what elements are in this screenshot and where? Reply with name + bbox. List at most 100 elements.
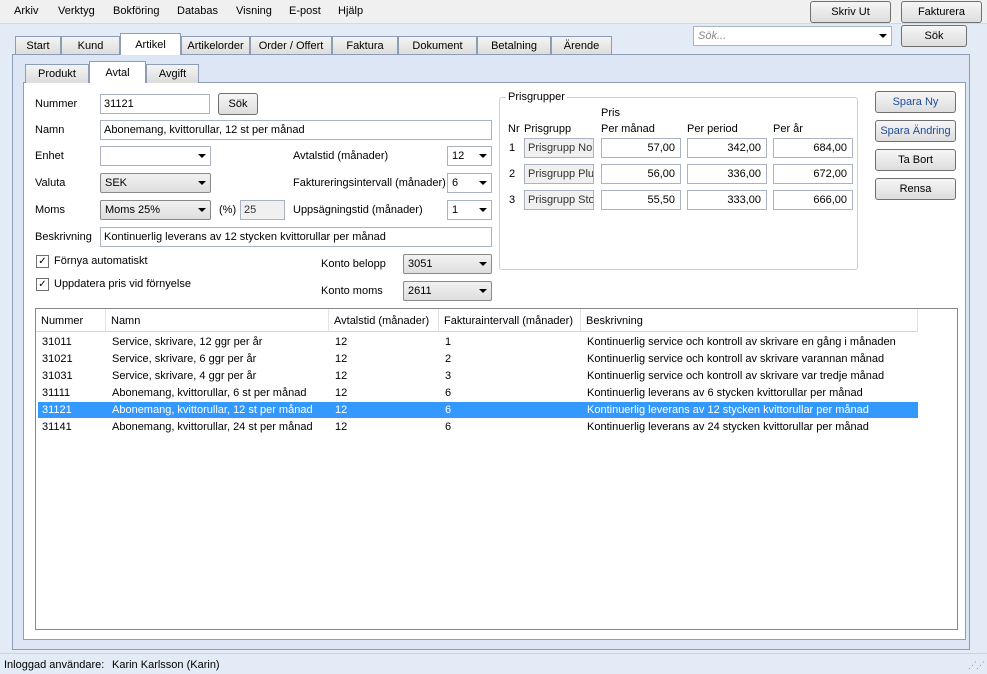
cell-namn: Service, skrivare, 6 ggr per år [112,353,257,365]
per-manad-header: Per månad [601,123,655,135]
table-row[interactable]: 31011 Service, skrivare, 12 ggr per år 1… [38,334,918,350]
moms-label: Moms [35,204,65,216]
chevron-down-icon [198,154,206,158]
uppsagningstid-select[interactable]: 1 [447,200,492,220]
prisgrupp-nr: 2 [509,168,516,180]
cell-beskrivning: Kontinuerlig leverans av 12 stycken kvit… [587,404,869,416]
fakturera-button[interactable]: Fakturera [901,1,982,23]
tab-artikel[interactable]: Artikel [120,33,181,55]
namn-field[interactable]: Abonemang, kvittorullar, 12 st per månad [100,120,492,140]
cell-avtalstid: 12 [335,387,348,399]
cell-avtalstid: 12 [335,421,348,433]
per-period-header: Per period [687,123,738,135]
fornya-checkbox[interactable]: ✓ [36,255,49,268]
skriv-ut-button[interactable]: Skriv Ut [810,1,891,23]
enhet-select[interactable] [100,146,211,166]
konto-moms-label: Konto moms [321,285,383,297]
prisgrupp-name: Prisgrupp Stor [524,190,594,210]
faktureringsintervall-value: 6 [452,177,459,189]
cell-fakturaintervall: 6 [445,404,452,416]
pris-per-ar[interactable]: 672,00 [773,164,853,184]
menu-verktyg[interactable]: Verktyg [58,5,95,17]
pris-per-manad[interactable]: 56,00 [601,164,681,184]
table-row[interactable]: 31031 Service, skrivare, 4 ggr per år 12… [38,368,918,384]
prisgrupper-title: Prisgrupper [506,91,567,103]
menu-arkiv[interactable]: Arkiv [14,5,38,17]
konto-belopp-select[interactable]: 3051 [403,254,492,274]
table-row-selected[interactable]: 31121 Abonemang, kvittorullar, 12 st per… [38,402,918,418]
chevron-down-icon [479,181,487,185]
table-row[interactable]: 31111 Abonemang, kvittorullar, 6 st per … [38,385,918,401]
tab-kund[interactable]: Kund [61,36,120,55]
column-header-namn[interactable]: Namn [106,309,329,332]
cell-fakturaintervall: 2 [445,353,452,365]
pris-per-period[interactable]: 333,00 [687,190,767,210]
search-placeholder: Sök... [698,30,727,42]
pris-per-period[interactable]: 336,00 [687,164,767,184]
uppsagningstid-value: 1 [452,204,459,216]
tab-betalning[interactable]: Betalning [477,36,551,55]
menu-databas[interactable]: Databas [177,5,218,17]
pris-per-manad[interactable]: 55,50 [601,190,681,210]
table-row[interactable]: 31141 Abonemang, kvittorullar, 24 st per… [38,419,918,435]
pris-per-ar[interactable]: 666,00 [773,190,853,210]
column-header-beskrivning[interactable]: Beskrivning [581,309,918,332]
spara-andring-button[interactable]: Spara Ändring [875,120,956,142]
cell-beskrivning: Kontinuerlig service och kontroll av skr… [587,353,885,365]
column-header-nummer[interactable]: Nummer [36,309,106,332]
uppdatera-checkbox[interactable]: ✓ [36,278,49,291]
cell-namn: Service, skrivare, 12 ggr per år [112,336,263,348]
cell-avtalstid: 12 [335,404,348,416]
valuta-select[interactable]: SEK [100,173,211,193]
menu-hjalp[interactable]: Hjälp [338,5,363,17]
column-header-avtalstid[interactable]: Avtalstid (månader) [329,309,439,332]
table-row[interactable]: 31021 Service, skrivare, 6 ggr per år 12… [38,351,918,367]
moms-pct-label: (%) [219,204,237,216]
tab-produkt[interactable]: Produkt [25,64,89,83]
uppsagningstid-label: Uppsägningstid (månader) [293,204,423,216]
rensa-button[interactable]: Rensa [875,178,956,200]
tab-start[interactable]: Start [15,36,61,55]
tab-dokument[interactable]: Dokument [398,36,477,55]
cell-beskrivning: Kontinuerlig leverans av 6 stycken kvitt… [587,387,863,399]
ta-bort-button[interactable]: Ta Bort [875,149,956,171]
pris-per-ar[interactable]: 684,00 [773,138,853,158]
nummer-sok-button[interactable]: Sök [218,93,258,115]
moms-select[interactable]: Moms 25% [100,200,211,220]
global-search-button[interactable]: Sök [901,25,967,47]
menu-visning[interactable]: Visning [236,5,272,17]
spara-ny-button[interactable]: Spara Ny [875,91,956,113]
cell-namn: Abonemang, kvittorullar, 24 st per månad [112,421,313,433]
cell-avtalstid: 12 [335,353,348,365]
cell-avtalstid: 12 [335,370,348,382]
status-bar: Inloggad användare: Karin Karlsson (Kari… [0,653,987,674]
chevron-down-icon [479,154,487,158]
tab-avgift[interactable]: Avgift [146,64,199,83]
tab-faktura[interactable]: Faktura [332,36,398,55]
tab-order-offert[interactable]: Order / Offert [250,36,332,55]
resize-grip-icon[interactable]: ⋰⋰ [968,660,985,671]
tab-artikelorder[interactable]: Artikelorder [181,36,250,55]
uppdatera-label: Uppdatera pris vid förnyelse [54,278,191,290]
cell-namn: Abonemang, kvittorullar, 6 st per månad [112,387,307,399]
beskrivning-label: Beskrivning [35,231,92,243]
menu-bokforing[interactable]: Bokföring [113,5,159,17]
beskrivning-field[interactable]: Kontinuerlig leverans av 12 stycken kvit… [100,227,492,247]
konto-moms-select[interactable]: 2611 [403,281,492,301]
menu-epost[interactable]: E-post [289,5,321,17]
nummer-field[interactable]: 31121 [100,94,210,114]
cell-beskrivning: Kontinuerlig service och kontroll av skr… [587,336,896,348]
pris-per-period[interactable]: 342,00 [687,138,767,158]
pris-per-manad[interactable]: 57,00 [601,138,681,158]
avtal-list[interactable]: Nummer Namn Avtalstid (månader) Fakturai… [35,308,958,630]
konto-moms-value: 2611 [408,285,432,297]
tab-arende[interactable]: Ärende [551,36,612,55]
avtalstid-select[interactable]: 12 [447,146,492,166]
prisgrupp-name: Prisgrupp Plus [524,164,594,184]
column-header-fakturaintervall[interactable]: Fakturaintervall (månader) [439,309,581,332]
global-search-input[interactable]: Sök... [693,26,892,46]
faktureringsintervall-select[interactable]: 6 [447,173,492,193]
chevron-down-icon[interactable] [879,34,887,38]
tab-avtal[interactable]: Avtal [89,61,146,83]
avtalstid-label: Avtalstid (månader) [293,150,389,162]
